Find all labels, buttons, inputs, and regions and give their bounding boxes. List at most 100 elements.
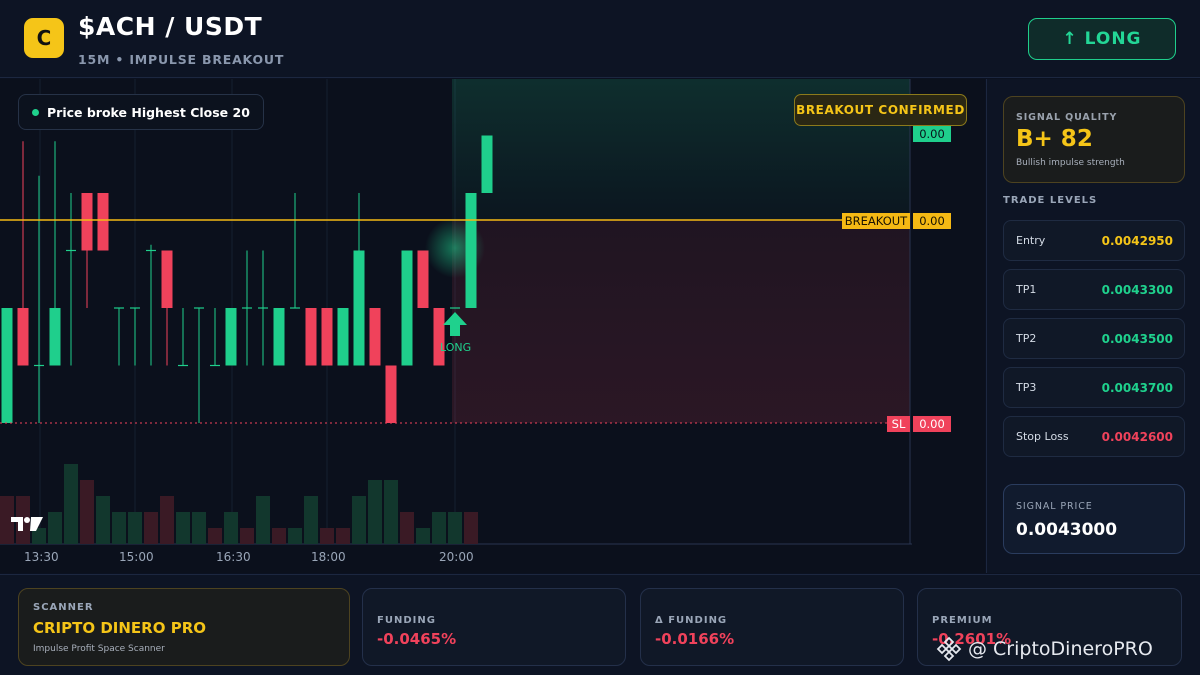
volume-bar <box>128 512 142 544</box>
candlestick-chart[interactable] <box>0 79 985 573</box>
header-bar: C $ACH / USDT 15M • IMPULSE BREAKOUT ↑ L… <box>0 0 1200 78</box>
level-row-tp2: TP2 0.0043500 <box>1003 318 1185 359</box>
candle-body <box>81 193 93 251</box>
candle-body <box>17 308 29 366</box>
time-tick: 20:00 <box>439 550 474 564</box>
scanner-name: CRIPTO DINERO PRO <box>33 619 206 637</box>
level-row-stop-loss: Stop Loss 0.0042600 <box>1003 416 1185 457</box>
level-name: Entry <box>1016 234 1046 247</box>
scanner-desc: Impulse Profit Space Scanner <box>33 644 165 654</box>
volume-bar <box>240 528 254 544</box>
volume-bar <box>256 496 270 544</box>
volume-bar <box>112 512 126 544</box>
risk-zone <box>452 220 910 423</box>
funding-label: FUNDING <box>377 615 436 626</box>
breakout-note-text: Price broke Highest Close 20 <box>47 104 250 120</box>
candle-body <box>337 308 349 366</box>
status-dot-icon <box>32 108 39 116</box>
level-value: 0.0043300 <box>1101 283 1173 297</box>
volume-bar <box>192 512 206 544</box>
volume-bar <box>160 496 174 544</box>
long-marker-label: LONG <box>440 341 472 354</box>
long-signal-button[interactable]: ↑ LONG <box>1028 18 1176 60</box>
breakout-note: Price broke Highest Close 20 <box>18 94 264 130</box>
volume-bar <box>208 528 222 544</box>
candle-body <box>385 365 397 423</box>
level-value: 0.0043700 <box>1101 381 1173 395</box>
level-name: TP1 <box>1016 283 1037 296</box>
volume-bar <box>352 496 366 544</box>
funding-card: FUNDING -0.0465% <box>362 588 626 666</box>
candle-body <box>353 250 365 366</box>
candle-body <box>161 250 173 308</box>
volume-bar <box>96 496 110 544</box>
entry-glow <box>425 218 485 278</box>
scanner-card: SCANNER CRIPTO DINERO PRO Impulse Profit… <box>18 588 350 666</box>
candle-body <box>225 308 237 366</box>
signal-price-label: SIGNAL PRICE <box>1016 501 1093 512</box>
top-price-tag: 0.00 <box>913 126 951 142</box>
trade-levels-title: TRADE LEVELS <box>1003 195 1098 206</box>
level-value: 0.0042600 <box>1101 430 1173 444</box>
scanner-label: SCANNER <box>33 602 94 613</box>
delta-funding-value: -0.0166% <box>655 630 735 648</box>
level-value: 0.0042950 <box>1101 234 1173 248</box>
candle-body <box>417 250 429 308</box>
volume-bar <box>304 496 318 544</box>
volume-bar <box>64 464 78 544</box>
time-tick: 15:00 <box>119 550 154 564</box>
candle-body <box>321 308 333 366</box>
level-name: TP2 <box>1016 332 1037 345</box>
level-row-entry: Entry 0.0042950 <box>1003 220 1185 261</box>
time-tick: 13:30 <box>24 550 59 564</box>
volume-bar <box>80 480 94 544</box>
trade-panel: SIGNAL QUALITY B+ 82 Bullish impulse str… <box>986 79 1200 573</box>
delta-funding-card: Δ FUNDING -0.0166% <box>640 588 904 666</box>
level-name: Stop Loss <box>1016 430 1069 443</box>
candle-body <box>97 193 109 251</box>
pair-subtitle: 15M • IMPULSE BREAKOUT <box>78 52 285 67</box>
signal-quality-card: SIGNAL QUALITY B+ 82 Bullish impulse str… <box>1003 96 1185 183</box>
level-row-tp3: TP3 0.0043700 <box>1003 367 1185 408</box>
volume-bar <box>448 512 462 544</box>
volume-bar <box>336 528 350 544</box>
volume-bar <box>272 528 286 544</box>
candles <box>1 135 493 423</box>
candle-body <box>305 308 317 366</box>
volume-bars <box>0 464 478 544</box>
signal-price-value: 0.0043000 <box>1016 520 1118 540</box>
coin-logo: C <box>24 18 64 58</box>
breakout-price-tag: 0.00 <box>913 213 951 229</box>
price-chart[interactable]: Price broke Highest Close 20 BREAKOUT CO… <box>0 79 985 573</box>
funding-value: -0.0465% <box>377 630 457 648</box>
volume-bar <box>416 528 430 544</box>
premium-label: PREMIUM <box>932 615 993 626</box>
volume-bar <box>288 528 302 544</box>
sl-label: SL <box>887 416 910 432</box>
candle-body <box>401 250 413 366</box>
watermark-text: @ CriptoDineroPRO <box>968 638 1153 660</box>
signal-quality-value: B+ 82 <box>1016 126 1093 152</box>
level-name: TP3 <box>1016 381 1037 394</box>
volume-bar <box>384 480 398 544</box>
volume-bar <box>320 528 334 544</box>
pair-title: $ACH / USDT <box>78 12 263 41</box>
volume-bar <box>48 512 62 544</box>
delta-funding-label: Δ FUNDING <box>655 615 728 626</box>
candle-body <box>273 308 285 366</box>
volume-bar <box>400 512 414 544</box>
watermark: @ CriptoDineroPRO <box>936 634 1153 664</box>
level-value: 0.0043500 <box>1101 332 1173 346</box>
time-tick: 16:30 <box>216 550 251 564</box>
breakout-price-label: BREAKOUT <box>842 213 910 229</box>
signal-quality-desc: Bullish impulse strength <box>1016 158 1125 168</box>
time-tick: 18:00 <box>311 550 346 564</box>
binance-logo-icon <box>936 636 962 662</box>
signal-quality-label: SIGNAL QUALITY <box>1016 112 1118 123</box>
candle-body <box>49 308 61 366</box>
volume-bar <box>144 512 158 544</box>
tradingview-logo-icon <box>11 517 43 531</box>
volume-bar <box>176 512 190 544</box>
candle-body <box>433 308 445 366</box>
candle-body <box>369 308 381 366</box>
